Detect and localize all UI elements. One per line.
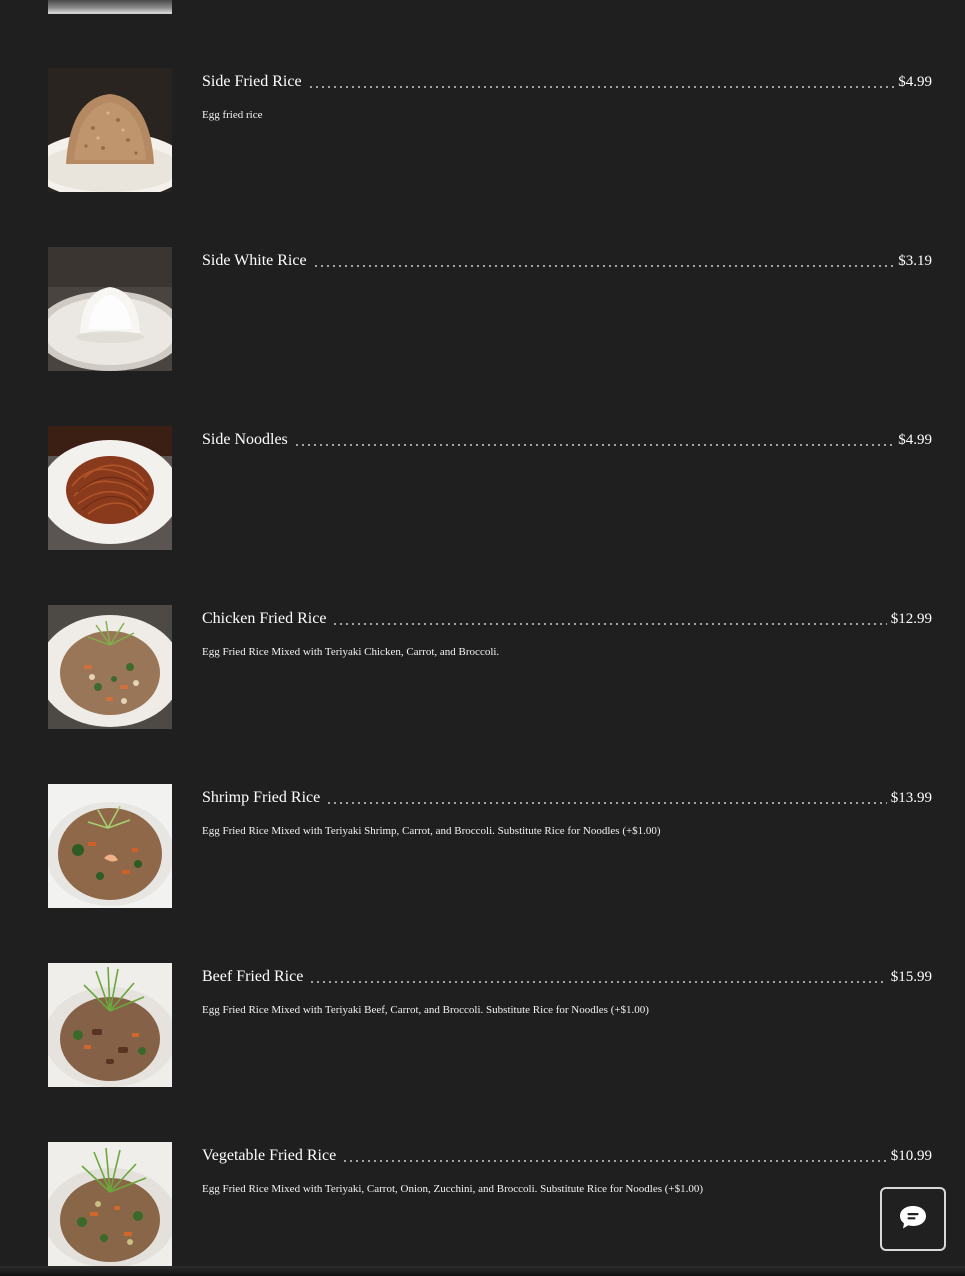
leader-dots <box>307 86 895 88</box>
leader-dots <box>326 802 887 804</box>
item-price: $3.19 <box>898 253 932 269</box>
menu-item-side-white-rice[interactable]: Side White Rice $3.19 <box>48 247 932 371</box>
beef-fried-rice-photo[interactable] <box>48 963 172 1087</box>
fried-rice-dome-photo[interactable] <box>48 68 172 192</box>
item-description: Egg fried rice <box>202 109 263 121</box>
item-name: Side Fried Rice <box>202 73 302 90</box>
menu-item-side-fried-rice[interactable]: Side Fried Rice $4.99 Egg fried rice <box>48 68 932 192</box>
leader-dots <box>342 1160 887 1162</box>
leader-dots <box>309 981 887 983</box>
menu-item-beef-fried-rice[interactable]: Beef Fried Rice $15.99 Egg Fried Rice Mi… <box>48 963 932 1087</box>
leader-dots <box>293 444 895 446</box>
leader-dots <box>312 265 895 267</box>
shrimp-fried-rice-photo[interactable] <box>48 784 172 908</box>
leader-dots <box>332 623 887 625</box>
item-price: $10.99 <box>890 1148 932 1164</box>
item-name: Beef Fried Rice <box>202 968 304 985</box>
menu-item-side-noodles[interactable]: Side Noodles $4.99 <box>48 426 932 550</box>
item-description: Egg Fried Rice Mixed with Teriyaki, Carr… <box>202 1183 704 1195</box>
noodles-plate-photo[interactable] <box>48 426 172 550</box>
chat-bubble-icon <box>898 1204 928 1235</box>
previous-item-photo[interactable] <box>48 0 172 14</box>
bottom-edge-bar <box>0 1266 965 1276</box>
item-price: $15.99 <box>890 969 932 985</box>
vegetable-fried-rice-photo[interactable] <box>48 1142 172 1266</box>
chat-button[interactable] <box>880 1187 946 1251</box>
item-price: $12.99 <box>890 611 932 627</box>
item-name: Chicken Fried Rice <box>202 610 327 627</box>
item-price: $4.99 <box>898 432 932 448</box>
chicken-fried-rice-photo[interactable] <box>48 605 172 729</box>
item-description: Egg Fried Rice Mixed with Teriyaki Shrim… <box>202 825 661 837</box>
item-price: $13.99 <box>890 790 932 806</box>
menu-item-chicken-fried-rice[interactable]: Chicken Fried Rice $12.99 Egg Fried Rice… <box>48 605 932 729</box>
menu-item-shrimp-fried-rice[interactable]: Shrimp Fried Rice $13.99 Egg Fried Rice … <box>48 784 932 908</box>
item-name: Side White Rice <box>202 252 307 269</box>
item-name: Vegetable Fried Rice <box>202 1147 337 1164</box>
item-name: Shrimp Fried Rice <box>202 789 321 806</box>
white-rice-dome-photo[interactable] <box>48 247 172 371</box>
item-name: Side Noodles <box>202 431 288 448</box>
item-description: Egg Fried Rice Mixed with Teriyaki Chick… <box>202 646 500 658</box>
item-description: Egg Fried Rice Mixed with Teriyaki Beef,… <box>202 1004 649 1016</box>
item-price: $4.99 <box>898 74 932 90</box>
menu-item-vegetable-fried-rice[interactable]: Vegetable Fried Rice $10.99 Egg Fried Ri… <box>48 1142 932 1266</box>
